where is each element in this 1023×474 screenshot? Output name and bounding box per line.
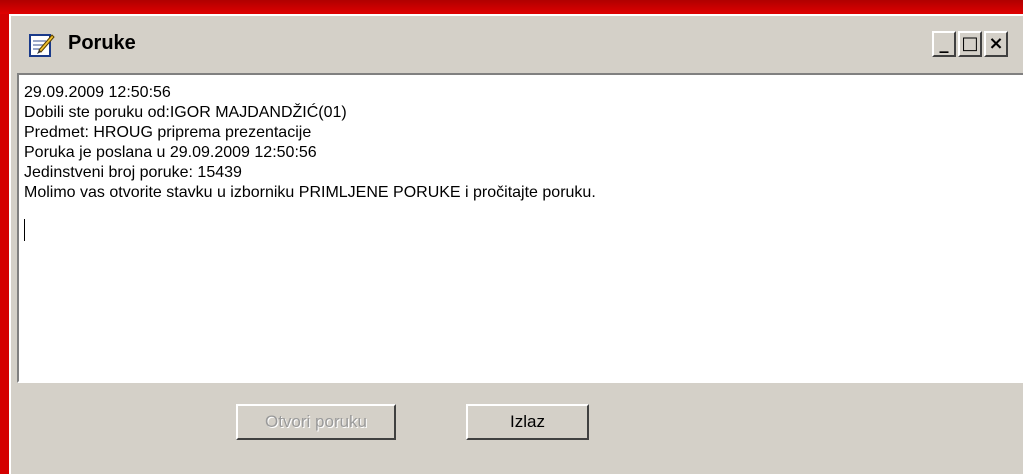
maximize-icon: □ (961, 33, 979, 54)
close-icon: × (988, 33, 1004, 54)
open-message-button[interactable]: Otvori poruku (236, 404, 396, 440)
message-textarea[interactable]: 29.09.2009 12:50:56 Dobili ste poruku od… (17, 73, 1023, 383)
minimize-icon: _ (939, 33, 949, 54)
message-date-line: 29.09.2009 12:50:56 (24, 84, 171, 101)
text-caret (24, 219, 25, 241)
window-title: Poruke (68, 32, 136, 54)
message-sent-line: Poruka je poslana u 29.09.2009 12:50:56 (24, 144, 317, 161)
exit-button[interactable]: Izlaz (466, 404, 589, 440)
message-id-line: Jedinstveni broj poruke: 15439 (24, 164, 242, 181)
message-sender-line: Dobili ste poruku od:IGOR MAJDANDŽIĆ(01) (24, 104, 347, 121)
close-button[interactable]: × (984, 31, 1008, 57)
notepad-edit-icon (29, 32, 55, 58)
desktop-background (0, 0, 1023, 14)
message-instruction-line: Molimo vas otvorite stavku u izborniku P… (24, 184, 596, 201)
maximize-button[interactable]: □ (958, 31, 982, 57)
button-bar: Otvori poruku Izlaz (11, 386, 1023, 466)
messages-window: Poruke _ □ × 29.09.2009 12:50:56 Dobili … (9, 14, 1023, 474)
title-bar[interactable]: Poruke _ □ × (11, 16, 1023, 70)
message-subject-line: Predmet: HROUG priprema prezentacije (24, 124, 312, 141)
minimize-button[interactable]: _ (932, 31, 956, 57)
